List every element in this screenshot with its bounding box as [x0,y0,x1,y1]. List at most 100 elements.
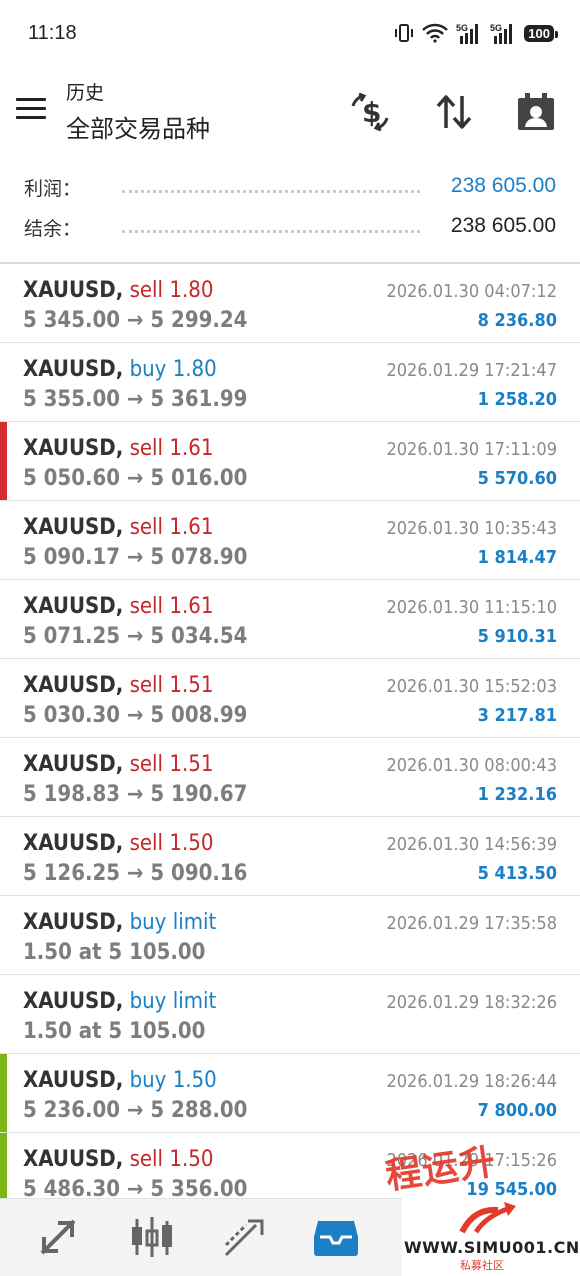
trade-accent-bar [0,501,7,579]
profit-value: 238 605.00 [450,174,556,197]
trade-profit: 3 217.81 [477,705,557,726]
trade-profit: 5 413.50 [477,863,557,884]
trade-title: XAUUSD, sell 1.51 [23,752,213,777]
trade-row[interactable]: XAUUSD, sell 1.51 5 030.30 → 5 008.99 2026… [0,659,580,738]
trade-row[interactable]: XAUUSD, buy limit 1.50 at 5 105.00 2026.01… [0,975,580,1054]
nav-quotes[interactable] [34,1213,82,1261]
trade-date: 2026.01.30 15:52:03 [386,676,557,697]
trade-title: XAUUSD, sell 1.61 [23,436,213,461]
trade-title: XAUUSD, buy 1.80 [23,357,217,382]
trade-profit: 7 800.00 [477,1100,557,1121]
trade-row[interactable]: XAUUSD, sell 1.61 5 050.60 → 5 016.00 2026… [0,422,580,501]
nav-trade[interactable] [220,1213,268,1261]
page-title[interactable]: 全部交易品种 [66,109,210,144]
profit-row: 利润： 238 605.00 [0,168,580,208]
trade-row[interactable]: XAUUSD, sell 1.61 5 090.17 → 5 078.90 2026… [0,501,580,580]
logo-mark-icon [459,1202,516,1234]
wifi-icon [422,23,449,43]
trade-date: 2026.01.30 04:07:12 [386,281,557,302]
balance-label: 结余： [24,218,82,240]
trade-volume: 1.61 [169,436,214,461]
trade-symbol: XAUUSD, [23,752,124,777]
dotted-leader [122,190,420,193]
trade-title: XAUUSD, buy limit [23,910,216,935]
trade-symbol: XAUUSD, [23,1147,124,1172]
trade-profit: 5 910.31 [477,626,557,647]
trade-accent-bar [0,738,7,816]
app-header: 历史 全部交易品种 $ [0,70,580,154]
trade-title: XAUUSD, sell 1.80 [23,278,213,303]
trade-side: sell [129,278,164,303]
trade-prices: 5 126.25 → 5 090.16 [23,861,248,886]
trade-accent-bar [0,1054,7,1132]
trade-prices: 1.50 at 5 105.00 [23,940,206,965]
trade-date: 2026.01.30 10:35:43 [386,518,557,539]
trade-row[interactable]: XAUUSD, buy 1.50 5 236.00 → 5 288.00 2026.… [0,1054,580,1133]
svg-text:5G: 5G [490,23,502,33]
balance-value: 238 605.00 [450,214,556,237]
trade-volume: 1.50 [169,1147,214,1172]
trade-side: buy [129,1068,167,1093]
trade-symbol: XAUUSD, [23,436,124,461]
vibrate-icon [394,23,414,43]
battery-icon: 100 [524,24,558,42]
period-button[interactable] [514,90,558,134]
trade-accent-bar [0,817,7,895]
trade-side: sell [129,831,164,856]
trade-prices: 5 030.30 → 5 008.99 [23,703,248,728]
trade-volume: 1.50 [169,831,214,856]
trade-side: sell [129,752,164,777]
trade-side: sell [129,673,164,698]
trade-row[interactable]: XAUUSD, buy 1.80 5 355.00 → 5 361.99 2026.… [0,343,580,422]
site-url: WWW.SIMU001.CN [404,1238,580,1257]
trade-symbol: XAUUSD, [23,831,124,856]
trade-profit: 5 570.60 [477,468,557,489]
trade-prices: 5 345.00 → 5 299.24 [23,308,248,333]
trade-volume: 1.51 [169,752,214,777]
trade-symbol: XAUUSD, [23,989,124,1014]
trade-profit: 1 232.16 [477,784,557,805]
trade-accent-bar [0,1133,7,1198]
trade-prices: 5 050.60 → 5 016.00 [23,466,248,491]
profit-label: 利润： [24,178,82,200]
trade-prices: 5 090.17 → 5 078.90 [23,545,248,570]
trade-row[interactable]: XAUUSD, sell 1.61 5 071.25 → 5 034.54 2026… [0,580,580,659]
trade-volume: 1.61 [169,594,214,619]
trade-row[interactable]: XAUUSD, sell 1.80 5 345.00 → 5 299.24 2026… [0,264,580,343]
trade-side: sell [129,1147,164,1172]
trade-date: 2026.01.29 18:32:26 [386,992,557,1013]
site-logo: WWW.SIMU001.CN 私募社区 [402,1196,580,1276]
sort-icon [436,95,472,129]
trade-prices: 1.50 at 5 105.00 [23,1019,206,1044]
nav-history[interactable] [312,1213,360,1261]
trade-accent-bar [0,264,7,342]
trade-side: sell [129,594,164,619]
trade-date: 2026.01.29 17:21:47 [386,360,557,381]
trade-symbol: XAUUSD, [23,594,124,619]
trade-prices: 5 236.00 → 5 288.00 [23,1098,248,1123]
trade-profit: 1 814.47 [477,547,557,568]
trade-symbol: XAUUSD, [23,673,124,698]
sort-button[interactable] [432,90,476,134]
history-icon [314,1221,358,1256]
menu-button[interactable] [16,96,48,124]
trade-side: sell [129,515,164,540]
trade-symbol: XAUUSD, [23,910,124,935]
trade-row[interactable]: XAUUSD, sell 1.50 5 126.25 → 5 090.16 2026… [0,817,580,896]
trade-icon [224,1219,264,1257]
trade-accent-bar [0,659,7,737]
trade-title: XAUUSD, buy limit [23,989,216,1014]
trade-accent-bar [0,422,7,500]
trade-prices: 5 198.83 → 5 190.67 [23,782,248,807]
chart-icon [132,1217,172,1257]
balance-row: 结余： 238 605.00 [0,208,580,248]
trade-row[interactable]: XAUUSD, buy limit 1.50 at 5 105.00 2026.01… [0,896,580,975]
trade-prices: 5 355.00 → 5 361.99 [23,387,248,412]
currency-exchange-button[interactable]: $ [348,90,392,134]
status-icons: 5G 5G 100 [394,22,558,44]
trade-row[interactable]: XAUUSD, sell 1.51 5 198.83 → 5 190.67 2026… [0,738,580,817]
nav-chart[interactable] [128,1213,176,1261]
trade-list: XAUUSD, sell 1.80 5 345.00 → 5 299.24 2026… [0,264,580,1198]
trade-side: buy [129,989,167,1014]
trade-title: XAUUSD, sell 1.61 [23,594,213,619]
